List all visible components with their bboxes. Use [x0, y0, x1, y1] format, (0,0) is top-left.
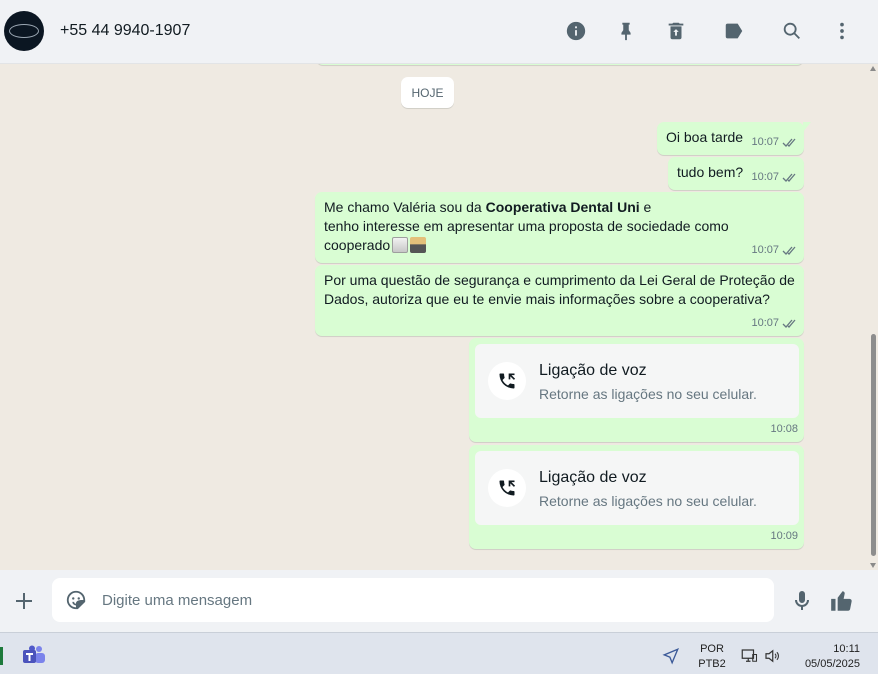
language-code: POR: [700, 643, 724, 655]
message-composer: [0, 570, 878, 632]
missed-call-icon: [488, 469, 526, 507]
message-time: 10:09: [770, 530, 798, 542]
message-meta: 10:07: [751, 168, 798, 187]
label-icon[interactable]: [721, 18, 747, 44]
like-button[interactable]: [828, 586, 856, 616]
system-clock[interactable]: 10:11 05/05/2025: [796, 642, 860, 672]
clock-date: 05/05/2025: [804, 658, 860, 670]
message-text: Oi boa tarde: [666, 129, 744, 145]
double-check-icon: [782, 138, 796, 147]
message-input[interactable]: [102, 578, 762, 622]
message-meta: 10:07: [751, 241, 798, 260]
menu-icon[interactable]: [829, 18, 855, 44]
voice-call-bubble[interactable]: Ligação de voz Retorne as ligações no se…: [469, 445, 804, 549]
taskbar-app-indicator[interactable]: [0, 647, 3, 665]
message-meta: 10:07: [751, 133, 798, 152]
message-time: 10:07: [751, 244, 779, 256]
plus-icon: [16, 593, 32, 609]
call-subtitle: Retorne as ligações no seu celular.: [539, 386, 757, 402]
double-check-icon: [782, 173, 796, 182]
clock-time: 10:11: [833, 643, 860, 655]
call-subtitle: Retorne as ligações no seu celular.: [539, 493, 757, 509]
bubble-tail: [803, 122, 811, 132]
document-emoji-icon: [392, 237, 409, 253]
scroll-down-arrow-icon[interactable]: [870, 563, 876, 568]
thumbs-up-icon: [831, 591, 852, 611]
voice-call-card[interactable]: Ligação de voz Retorne as ligações no se…: [475, 451, 799, 525]
voice-call-bubble[interactable]: Ligação de voz Retorne as ligações no se…: [469, 338, 804, 442]
double-check-icon: [782, 319, 796, 328]
scroll-thumb[interactable]: [871, 334, 876, 556]
sticker-button[interactable]: [64, 588, 88, 612]
message-list[interactable]: HOJE Oi boa tarde 10:07 tudo bem? 10:07 …: [0, 64, 878, 570]
message-text-line: cooperado: [324, 237, 391, 253]
os-taskbar: POR PTB2 10:11 05/05/2025: [0, 632, 878, 674]
voice-call-card[interactable]: Ligação de voz Retorne as ligações no se…: [475, 344, 799, 418]
delete-icon[interactable]: [663, 18, 689, 44]
company-name: Cooperativa Dental Uni: [485, 199, 640, 215]
contact-name[interactable]: +55 44 9940-1907: [60, 22, 190, 40]
message-text: Me chamo Valéria sou da Cooperativa Dent…: [324, 198, 798, 255]
voice-message-button[interactable]: [789, 587, 815, 615]
avatar-logo: [9, 24, 39, 38]
message-bubble[interactable]: tudo bem? 10:07: [668, 157, 804, 190]
message-meta: 10:08: [770, 420, 798, 439]
message-time: 10:07: [751, 136, 779, 148]
message-text-line: Dados, autoriza que eu te envie mais inf…: [324, 291, 770, 307]
double-check-icon: [782, 246, 796, 255]
message-meta: 10:09: [770, 527, 798, 546]
pin-icon[interactable]: [613, 18, 639, 44]
message-text-part: Me chamo Valéria sou da: [324, 199, 486, 215]
previous-message-bubble: [316, 64, 804, 65]
file-box-emoji-icon: [410, 237, 427, 253]
message-input-box[interactable]: [52, 578, 774, 622]
missed-call-icon: [488, 362, 526, 400]
volume-icon[interactable]: [763, 647, 781, 665]
location-icon[interactable]: [662, 647, 680, 665]
message-time: 10:07: [751, 317, 779, 329]
message-bubble[interactable]: Oi boa tarde 10:07: [657, 122, 811, 155]
message-time: 10:07: [751, 171, 779, 183]
message-text-line: tenho interesse em apresentar uma propos…: [324, 218, 729, 234]
message-text: Por uma questão de segurança e cumprimen…: [324, 271, 798, 309]
message-meta: 10:07: [751, 314, 798, 333]
keyboard-language[interactable]: POR PTB2: [698, 642, 726, 672]
chat-scrollbar[interactable]: [868, 64, 878, 570]
message-text-line: Por uma questão de segurança e cumprimen…: [324, 272, 795, 288]
message-time: 10:08: [770, 423, 798, 435]
sticker-icon: [66, 590, 86, 610]
keyboard-layout: PTB2: [698, 658, 726, 670]
call-title: Ligação de voz: [539, 469, 647, 486]
chat-header: +55 44 9940-1907: [0, 0, 878, 64]
message-bubble[interactable]: Por uma questão de segurança e cumprimen…: [315, 265, 804, 336]
search-icon[interactable]: [779, 18, 805, 44]
attach-button[interactable]: [10, 587, 38, 615]
teams-icon[interactable]: [22, 645, 46, 665]
scroll-up-arrow-icon[interactable]: [870, 66, 876, 71]
message-text-part: e: [639, 199, 652, 215]
contact-avatar[interactable]: [4, 11, 44, 51]
message-text: tudo bem?: [677, 164, 744, 180]
microphone-icon: [795, 591, 809, 610]
network-icon[interactable]: [740, 647, 758, 665]
info-icon[interactable]: [563, 18, 589, 44]
call-title: Ligação de voz: [539, 362, 647, 379]
message-bubble[interactable]: Me chamo Valéria sou da Cooperativa Dent…: [315, 192, 804, 263]
date-divider: HOJE: [401, 77, 454, 108]
